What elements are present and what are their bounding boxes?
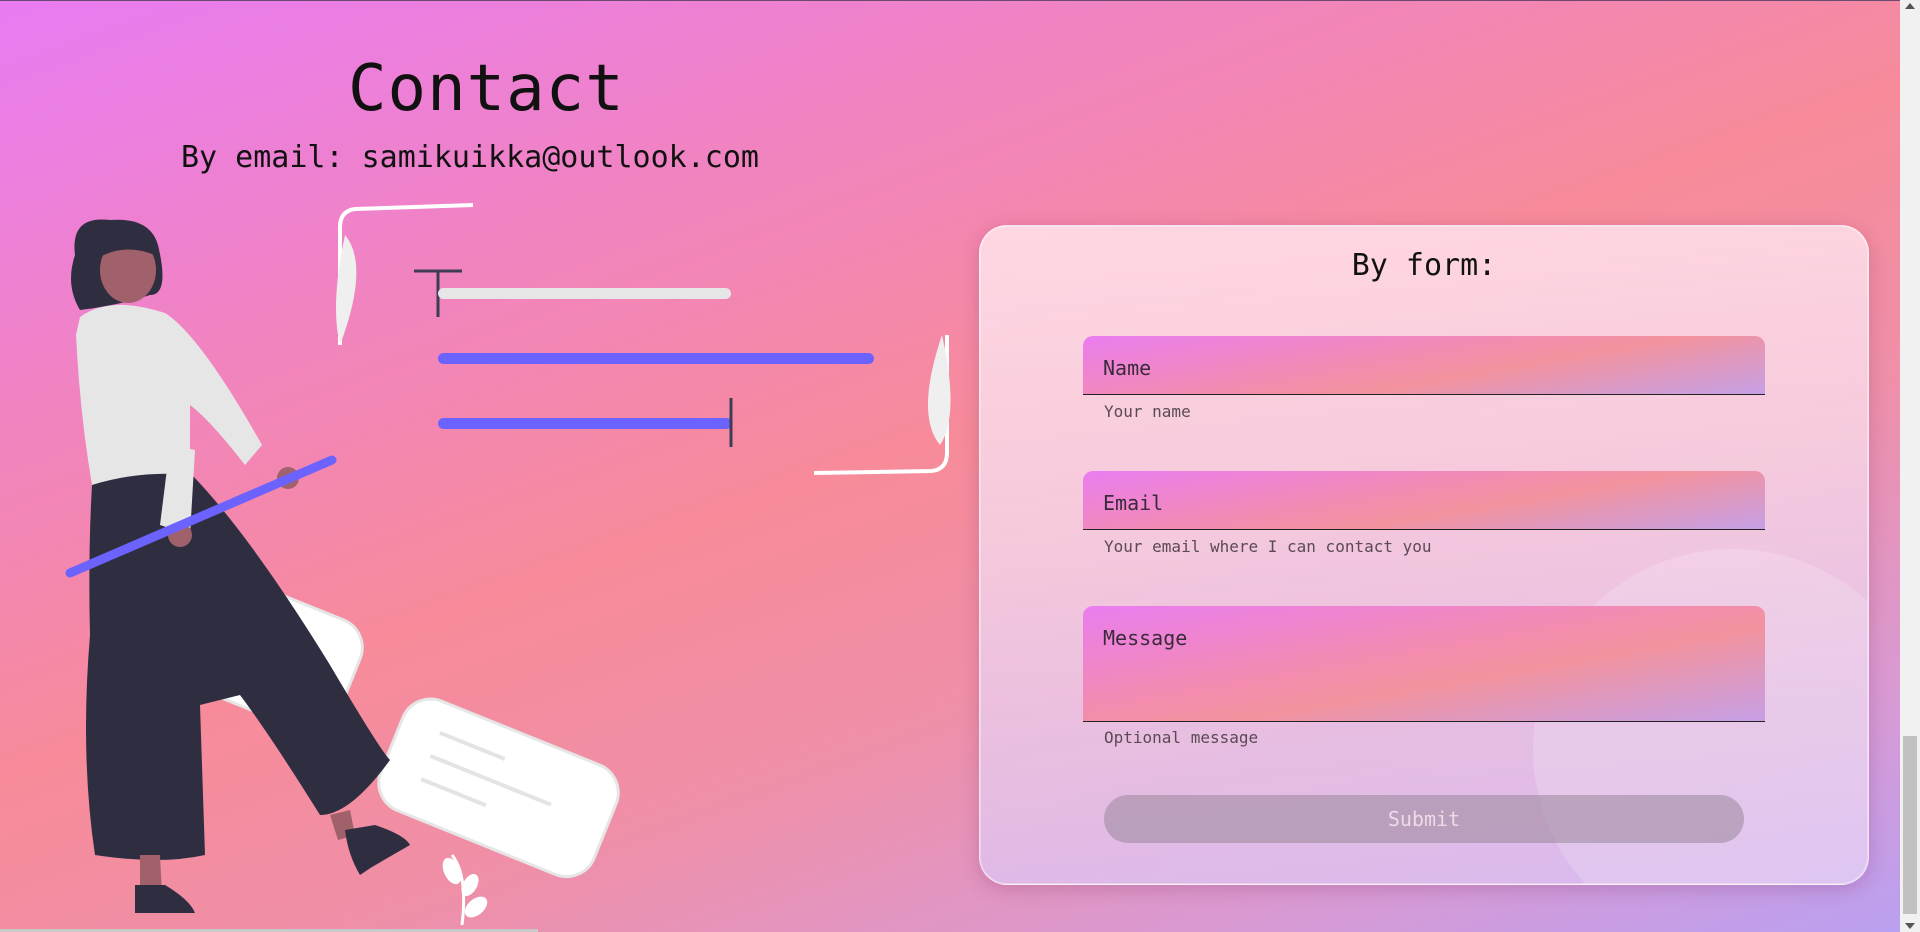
- contact-person-illustration: [65, 203, 951, 926]
- message-help-text: Optional message: [1104, 728, 1259, 747]
- form-title: By form:: [1351, 248, 1497, 283]
- top-border: [0, 0, 1900, 1]
- contact-form-card: By form: Name Your name Email Your email…: [979, 225, 1869, 885]
- submit-button[interactable]: Submit: [1104, 795, 1744, 843]
- page-title: Contact: [348, 52, 625, 126]
- email-help-text: Your email where I can contact you: [1104, 537, 1432, 556]
- message-field-label: Message: [1103, 626, 1188, 650]
- name-help-text: Your name: [1104, 402, 1191, 421]
- email-field-label: Email: [1103, 491, 1164, 515]
- name-field-label: Name: [1103, 356, 1152, 380]
- name-field[interactable]: Name: [1083, 336, 1765, 395]
- scroll-up-arrow-icon[interactable]: [1905, 3, 1915, 9]
- message-field[interactable]: Message: [1083, 606, 1765, 722]
- scroll-down-arrow-icon[interactable]: [1905, 923, 1915, 929]
- vertical-scrollbar[interactable]: [1900, 0, 1920, 932]
- scrollbar-thumb[interactable]: [1903, 736, 1917, 914]
- email-contact-text: By email: samikuikka@outlook.com: [181, 140, 759, 175]
- email-field[interactable]: Email: [1083, 471, 1765, 530]
